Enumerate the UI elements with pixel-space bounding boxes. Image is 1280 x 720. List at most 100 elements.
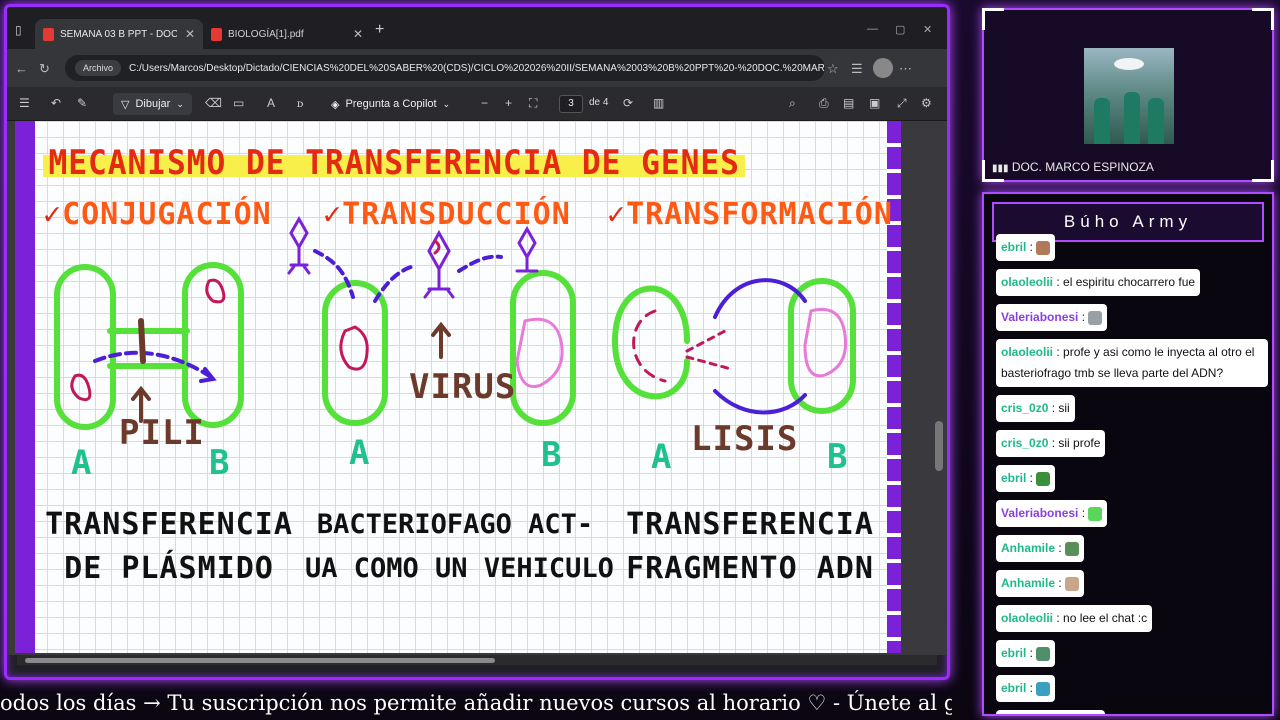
- add-text-icon[interactable]: A: [267, 96, 275, 110]
- page-view-icon[interactable]: ▥: [653, 96, 664, 110]
- pili-strand: [138, 318, 146, 364]
- emote-icon: [1088, 506, 1103, 521]
- dna-fragments-released: [685, 329, 733, 371]
- save-as-icon[interactable]: ▣: [869, 96, 880, 110]
- read-aloud-icon[interactable]: ꭰ: [297, 96, 303, 111]
- maximize-icon[interactable]: ▢: [895, 23, 905, 36]
- save-icon[interactable]: ▤: [843, 96, 854, 110]
- chat-username[interactable]: ebril: [1001, 646, 1026, 660]
- page-number-input[interactable]: 3: [559, 95, 583, 113]
- tab-biologia[interactable]: BIOLOGÍA[1].pdf ✕: [203, 19, 371, 49]
- contents-icon[interactable]: ☰: [19, 96, 30, 110]
- chat-username[interactable]: Anhamile: [1001, 541, 1055, 555]
- chat-message: Anhamile :: [996, 535, 1085, 562]
- plasmid-b: [205, 278, 226, 304]
- copilot-label: Pregunta a Copilot: [345, 98, 437, 110]
- chat-username[interactable]: ebril: [1001, 240, 1026, 254]
- chat-text: :: [1055, 541, 1066, 555]
- vertical-scrollbar-thumb[interactable]: [935, 421, 943, 471]
- chat-username[interactable]: olaoleolii: [1001, 345, 1053, 359]
- url-text: C:/Users/Marcos/Desktop/Dictado/CIENCIAS…: [129, 62, 825, 74]
- chat-username[interactable]: cris_0z0: [1001, 436, 1048, 450]
- file-chip: Archivo: [75, 60, 122, 76]
- tab-label: SEMANA 03 B PPT - DOC. MARC: [60, 28, 177, 40]
- undo-icon[interactable]: ↶: [51, 96, 61, 110]
- emote-icon: [1036, 471, 1051, 486]
- phage-2-dna: [433, 239, 441, 255]
- chat-username[interactable]: Valeriabonesi: [1001, 506, 1078, 520]
- close-window-icon[interactable]: ✕: [923, 23, 932, 36]
- print-icon[interactable]: ⎙: [819, 96, 829, 111]
- dna-fragments-a: [632, 309, 667, 383]
- chat-username[interactable]: Valeriabonesi: [1001, 310, 1078, 324]
- fit-page-icon[interactable]: ⛶: [529, 96, 537, 111]
- pdf-viewer[interactable]: MECANISMO DE TRANSFERENCIA DE GENES ✓CON…: [7, 121, 947, 655]
- chat-username[interactable]: olaoleolii: [1001, 611, 1053, 625]
- chat-username[interactable]: ebril: [1001, 681, 1026, 695]
- reload-icon[interactable]: ↻: [39, 61, 50, 77]
- chat-username[interactable]: cris_0z0: [1001, 401, 1048, 415]
- sidebar-toggle-icon[interactable]: ▯: [15, 23, 22, 37]
- dna-b-recombined: [803, 308, 848, 378]
- search-icon[interactable]: ⌕: [789, 96, 796, 111]
- person-figure: [1124, 92, 1140, 144]
- emote-icon: [1036, 646, 1051, 661]
- pointer-label-lisis: LISIS: [691, 419, 799, 459]
- chat-message: cris_0z0 : sii: [996, 395, 1075, 422]
- eraser-icon[interactable]: ⌫: [205, 96, 222, 110]
- caption-transformacion: TRANSFERENCIA FRAGMENTO ADN: [626, 507, 874, 586]
- address-bar[interactable]: Archivo C:/Users/Marcos/Desktop/Dictado/…: [65, 55, 825, 81]
- minimize-icon[interactable]: —: [867, 23, 878, 35]
- chat-username[interactable]: ebril: [1001, 471, 1026, 485]
- back-icon[interactable]: ←: [15, 61, 28, 76]
- chat-message: ebril :: [996, 465, 1056, 492]
- dna-a: [339, 325, 369, 371]
- settings-gear-icon[interactable]: ⚙: [921, 96, 932, 110]
- draw-label: Dibujar: [135, 98, 171, 110]
- chat-message: ebril : no lee profe: [996, 710, 1105, 714]
- page-total: de 4: [589, 97, 609, 108]
- more-options-icon[interactable]: ⋯: [899, 61, 912, 77]
- chat-message: olaoleolii : no lee el chat :c: [996, 605, 1153, 632]
- tab-label: BIOLOGÍA[1].pdf: [228, 28, 304, 40]
- text-box-icon[interactable]: ▭: [233, 96, 244, 110]
- draw-button[interactable]: ▽ Dibujar ⌄: [113, 93, 192, 115]
- chat-message: olaoleolii : el espiritu chocarrero fue: [996, 269, 1201, 296]
- chat-username[interactable]: Anhamile: [1001, 576, 1055, 590]
- pointer-label-virus: VIRUS: [409, 367, 517, 407]
- avatar[interactable]: [873, 58, 893, 78]
- zoom-out-icon[interactable]: −: [481, 96, 488, 110]
- emote-icon: [1065, 541, 1080, 556]
- tab-semana03[interactable]: SEMANA 03 B PPT - DOC. MARC ✕: [35, 19, 203, 49]
- phage-1-tail: [287, 245, 311, 275]
- new-tab-icon[interactable]: +: [375, 21, 384, 39]
- virus-pointer: [431, 321, 451, 359]
- highlight-icon[interactable]: ✎: [77, 96, 87, 110]
- horizontal-scrollbar[interactable]: [17, 655, 937, 665]
- horizontal-scrollbar-thumb[interactable]: [25, 658, 495, 663]
- close-tab-icon[interactable]: ✕: [185, 27, 195, 41]
- zoom-in-icon[interactable]: +: [505, 96, 512, 110]
- label-b-conjugacion: B: [209, 443, 231, 483]
- chat-text: :: [1055, 576, 1066, 590]
- rotate-icon[interactable]: ⟳: [623, 96, 633, 110]
- phage-arrow-3: [457, 254, 503, 273]
- caption-conjugacion: TRANSFERENCIA DE PLÁSMIDO: [45, 507, 293, 586]
- favorite-icon[interactable]: ☆: [827, 61, 839, 77]
- chat-username[interactable]: olaoleolii: [1001, 275, 1053, 289]
- fullscreen-icon[interactable]: ⤢: [897, 96, 907, 111]
- chat-text: :: [1026, 471, 1037, 485]
- copilot-button[interactable]: ◈ Pregunta a Copilot ⌄: [325, 93, 456, 115]
- slide-page: MECANISMO DE TRANSFERENCIA DE GENES ✓CON…: [15, 121, 901, 653]
- webcam-panel: ▮▮▮ DOC. MARCO ESPINOZA: [982, 8, 1274, 182]
- emote-icon: [1065, 576, 1080, 591]
- pdf-icon: [211, 27, 222, 41]
- chat-text: :: [1026, 240, 1037, 254]
- pdf-toolbar: ☰ ↶ ✎ ▽ Dibujar ⌄ ⌫ ▭ A ꭰ ◈ Pregunta a C…: [7, 87, 947, 121]
- corner-decoration: [1252, 8, 1274, 30]
- close-tab-icon[interactable]: ✕: [353, 27, 363, 41]
- favorites-list-icon[interactable]: ☰: [851, 61, 863, 77]
- chat-message: Anhamile :: [996, 570, 1085, 597]
- chat-message: ebril :: [996, 640, 1056, 667]
- chat-message: cris_0z0 : sii profe: [996, 430, 1106, 457]
